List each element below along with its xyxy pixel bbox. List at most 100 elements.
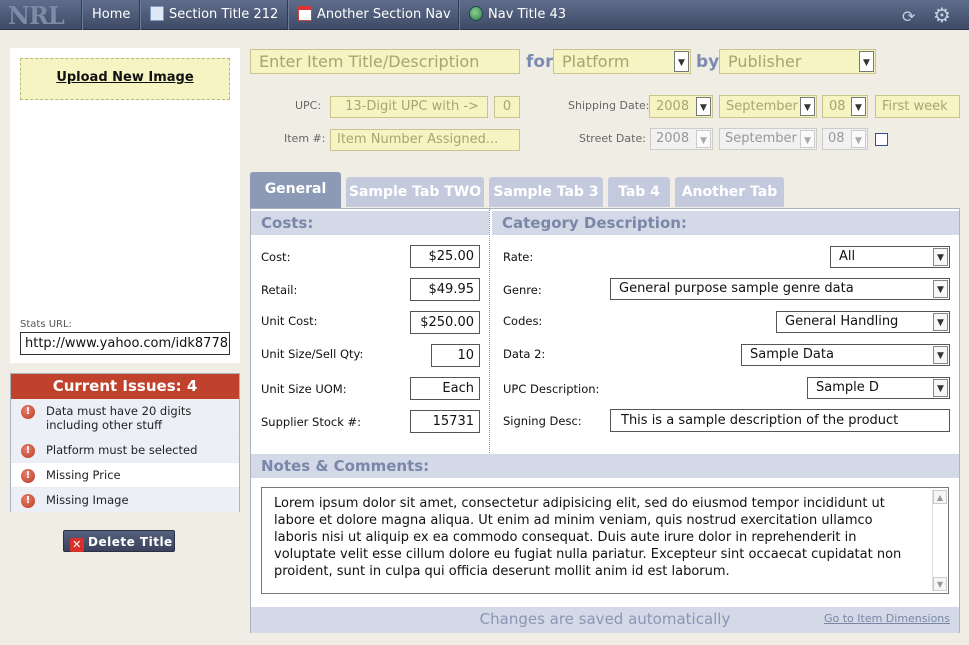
nav-item-label: Section Title 212 <box>169 7 279 22</box>
unit-size-uom-label: Unit Size UOM: <box>261 382 347 396</box>
rate-label: Rate: <box>503 250 534 264</box>
nav-item-home[interactable]: Home <box>81 0 140 30</box>
ship-week-input[interactable]: First week <box>875 95 960 118</box>
item-number-label: Item #: <box>284 132 326 145</box>
chevron-down-icon: ▼ <box>859 51 874 72</box>
alert-icon: ! <box>21 494 35 508</box>
rate-select[interactable]: All ▼ <box>830 246 950 268</box>
alert-icon: ! <box>21 469 35 483</box>
ship-month-select[interactable]: September ▼ <box>719 95 817 118</box>
item-dimensions-link[interactable]: Go to Item Dimensions <box>824 612 950 625</box>
issue-item: ! Platform must be selected <box>11 438 239 463</box>
ship-year-select[interactable]: 2008 ▼ <box>649 95 713 118</box>
top-nav: NRL Home Section Title 212 Another Secti… <box>0 0 969 30</box>
chevron-down-icon: ▼ <box>933 248 948 266</box>
cost-input[interactable]: $25.00 <box>410 245 480 268</box>
publisher-select[interactable]: Publisher ▼ <box>719 49 876 74</box>
retail-input[interactable]: $49.95 <box>410 278 480 301</box>
issue-item: ! Missing Price <box>11 463 239 488</box>
delete-title-button[interactable]: ✕ Delete Title <box>63 530 175 552</box>
issue-text: Missing Image <box>46 493 129 507</box>
image-panel: Upload New Image Stats URL: http://www.y… <box>10 48 240 363</box>
notes-heading: Notes & Comments: <box>251 454 959 478</box>
gear-icon[interactable]: ⚙ <box>933 4 951 26</box>
chevron-down-icon: ▼ <box>933 346 948 364</box>
upc-check-digit[interactable]: 0 <box>494 96 520 118</box>
unit-size-sell-qty-label: Unit Size/Sell Qty: <box>261 347 364 361</box>
supplier-stock-input[interactable]: 15731 <box>410 410 480 433</box>
item-title-input[interactable]: Enter Item Title/Description <box>250 49 520 74</box>
issue-item: ! Data must have 20 digits including oth… <box>11 399 239 438</box>
unit-cost-input[interactable]: $250.00 <box>410 311 480 334</box>
genre-value: General purpose sample genre data <box>619 281 854 296</box>
nav-item-label: Another Section Nav <box>317 7 451 22</box>
ship-day-select[interactable]: 08 ▼ <box>822 95 868 118</box>
current-issues-panel: Current Issues: 4 ! Data must have 20 di… <box>10 373 240 512</box>
platform-value: Platform <box>562 52 630 71</box>
upc-description-select[interactable]: Sample D ▼ <box>807 377 950 399</box>
issue-item: ! Missing Image <box>11 488 239 512</box>
chevron-down-icon: ▼ <box>851 130 866 148</box>
codes-value: General Handling <box>785 314 899 329</box>
calendar-icon <box>298 6 312 21</box>
street-date-label: Street Date: <box>579 132 646 145</box>
notes-scrollbar[interactable]: ▲ ▼ <box>932 490 947 591</box>
supplier-stock-label: Supplier Stock #: <box>261 415 362 429</box>
unit-size-uom-input[interactable]: Each <box>410 377 480 400</box>
chevron-down-icon: ▼ <box>933 280 948 298</box>
issue-text: Missing Price <box>46 468 121 482</box>
street-day-select[interactable]: 08 ▼ <box>822 128 868 150</box>
nav-item-section-title-212[interactable]: Section Title 212 <box>139 0 288 30</box>
tab-4[interactable]: Tab 4 <box>608 177 670 207</box>
tab-general[interactable]: General <box>250 172 341 208</box>
upc-description-label: UPC Description: <box>503 382 600 396</box>
notes-text: Lorem ipsum dolor sit amet, consectetur … <box>274 496 902 579</box>
cost-label: Cost: <box>261 250 291 264</box>
publisher-value: Publisher <box>728 52 802 71</box>
signing-desc-input[interactable]: This is a sample description of the prod… <box>610 409 950 432</box>
item-number-input[interactable]: Item Number Assigned... <box>330 129 520 151</box>
notes-textarea[interactable]: Lorem ipsum dolor sit amet, consectetur … <box>261 487 949 594</box>
scroll-up-icon[interactable]: ▲ <box>933 490 947 504</box>
genre-select[interactable]: General purpose sample genre data ▼ <box>610 278 950 300</box>
chevron-down-icon: ▼ <box>674 51 689 72</box>
panel-footer: Changes are saved automatically Go to It… <box>251 607 959 633</box>
street-date-checkbox[interactable] <box>875 133 888 146</box>
upc-description-value: Sample D <box>816 380 879 395</box>
ship-year-value: 2008 <box>656 99 690 114</box>
data-2-value: Sample Data <box>750 347 834 362</box>
unit-size-sell-qty-input[interactable]: 10 <box>431 344 480 367</box>
app-logo[interactable]: NRL <box>8 1 65 30</box>
stats-url-input[interactable]: http://www.yahoo.com/idk8778 <box>20 332 230 355</box>
column-divider <box>489 209 490 453</box>
signing-desc-label: Signing Desc: <box>503 414 582 428</box>
ship-day-value: 08 <box>829 99 846 114</box>
issue-text: Platform must be selected <box>46 443 198 457</box>
chevron-down-icon: ▼ <box>800 97 815 116</box>
alert-icon: ! <box>21 444 35 458</box>
upc-input[interactable]: 13-Digit UPC with -> <box>330 96 488 118</box>
issues-title: Current Issues: 4 <box>11 374 239 399</box>
ship-month-value: September <box>726 99 798 114</box>
delete-label: Delete Title <box>88 535 173 549</box>
platform-select[interactable]: Platform ▼ <box>553 49 691 74</box>
codes-select[interactable]: General Handling ▼ <box>776 311 950 333</box>
scroll-down-icon[interactable]: ▼ <box>933 577 947 591</box>
nav-item-nav-title-43[interactable]: Nav Title 43 <box>458 0 576 30</box>
chevron-down-icon: ▼ <box>933 379 948 397</box>
genre-label: Genre: <box>503 283 542 297</box>
data-2-select[interactable]: Sample Data ▼ <box>741 344 950 366</box>
document-icon <box>150 6 164 21</box>
chevron-down-icon: ▼ <box>696 97 711 116</box>
refresh-icon[interactable]: ⟳ <box>902 6 915 28</box>
nav-item-another-section-nav[interactable]: Another Section Nav <box>287 0 461 30</box>
chevron-down-icon: ▼ <box>696 130 711 148</box>
tab-sample-tab-two[interactable]: Sample Tab TWO <box>346 177 484 207</box>
nav-item-label: Nav Title 43 <box>488 7 567 22</box>
tab-another-tab[interactable]: Another Tab <box>675 177 784 207</box>
chevron-down-icon: ▼ <box>851 97 866 116</box>
tab-sample-tab-3[interactable]: Sample Tab 3 <box>489 177 603 207</box>
upload-image-button[interactable]: Upload New Image <box>20 58 230 100</box>
street-year-select[interactable]: 2008 ▼ <box>650 128 713 150</box>
street-month-select[interactable]: September ▼ <box>719 128 817 150</box>
